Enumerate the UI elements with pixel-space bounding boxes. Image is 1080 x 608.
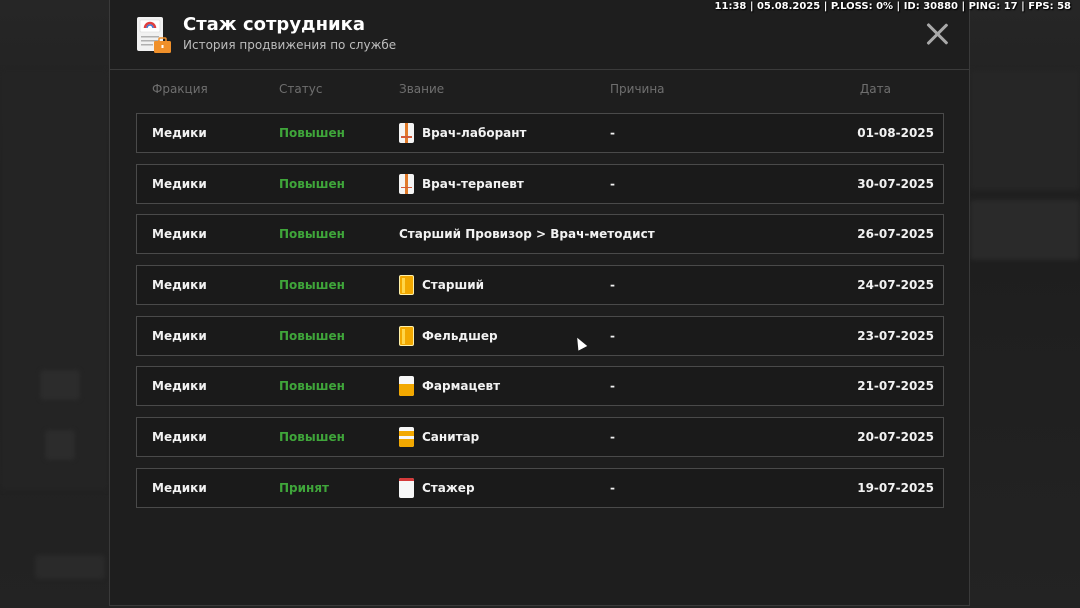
row-status: Повышен [279, 176, 345, 191]
hud-status-bar: 11:38 | 05.08.2025 | P.LOSS: 0% | ID: 30… [714, 1, 1071, 12]
row-reason: - [610, 126, 615, 140]
table-row: Медики Повышен Старший Провизор > Врач-м… [136, 214, 944, 255]
row-reason: - [610, 430, 615, 445]
row-faction: Медики [152, 480, 207, 495]
row-rank-label: Врач-терапевт [422, 176, 524, 191]
row-rank-label: Старший [422, 278, 485, 293]
table-header: Фракция Статус Звание Причина Дата [136, 82, 944, 100]
row-rank: Фармацевт [399, 376, 501, 397]
half-gold-badge-icon [399, 376, 414, 397]
gold-badge-icon [399, 275, 414, 296]
row-date: 26-07-2025 [857, 227, 934, 242]
table-row: Медики Повышен Санитар - 20-07-2025 [136, 417, 944, 458]
table-row: Медики Повышен Фармацевт - 21-07-2025 [136, 366, 944, 407]
row-rank-label: Санитар [422, 430, 480, 445]
row-status: Принят [279, 480, 329, 495]
coat-icon [399, 173, 414, 194]
row-reason: - [610, 379, 615, 394]
row-status: Повышен [279, 278, 345, 293]
striped-badge-icon [399, 427, 414, 448]
table-row: Медики Повышен Фельдшер - 23-07-2025 [136, 315, 944, 356]
table-row: Медики Принят Стажер - 19-07-2025 [136, 467, 944, 508]
row-faction: Медики [152, 176, 207, 191]
row-faction: Медики [152, 430, 207, 445]
row-status: Повышен [279, 126, 345, 140]
table-row: Медики Повышен Врач-лаборант - 01-08-202… [136, 113, 944, 153]
document-briefcase-icon [137, 17, 171, 53]
row-reason: - [610, 480, 615, 495]
row-status: Повышен [279, 227, 345, 242]
row-date: 20-07-2025 [857, 430, 934, 445]
row-rank-label: Старший Провизор > Врач-методист [399, 227, 655, 242]
row-faction: Медики [152, 379, 207, 394]
row-rank-label: Стажер [422, 480, 475, 495]
column-header-status: Статус [279, 82, 323, 96]
row-rank: Санитар [399, 427, 480, 448]
row-faction: Медики [152, 328, 207, 343]
row-rank: Фельдшер [399, 325, 498, 346]
row-status: Повышен [279, 328, 345, 343]
column-header-rank: Звание [399, 82, 445, 96]
row-date: 24-07-2025 [857, 278, 934, 293]
table-row: Медики Повышен Врач-терапевт - 30-07-202… [136, 163, 944, 204]
row-rank: Стажер [399, 477, 475, 498]
row-date: 30-07-2025 [857, 176, 934, 191]
row-reason: - [610, 176, 615, 191]
row-rank-label: Врач-лаборант [422, 126, 527, 140]
row-rank-label: Фармацевт [422, 379, 501, 394]
coat-icon [399, 123, 414, 143]
row-rank: Врач-терапевт [399, 173, 524, 194]
row-date: 01-08-2025 [857, 126, 934, 140]
gold-badge-icon [399, 325, 414, 346]
row-date: 19-07-2025 [857, 480, 934, 495]
table-row: Медики Повышен Старший - 24-07-2025 [136, 265, 944, 306]
column-header-date: Дата [859, 82, 891, 96]
modal-title: Стаж сотрудника [183, 14, 366, 35]
row-rank: Старший [399, 275, 485, 296]
row-rank: Врач-лаборант [399, 123, 527, 143]
row-status: Повышен [279, 379, 345, 394]
close-icon[interactable] [925, 22, 949, 46]
row-status: Повышен [279, 430, 345, 445]
row-date: 21-07-2025 [857, 379, 934, 394]
row-reason: - [610, 278, 615, 293]
modal-subtitle: История продвижения по службе [183, 38, 397, 52]
employee-seniority-modal: Стаж сотрудника История продвижения по с… [109, 0, 970, 606]
row-reason: - [610, 328, 615, 343]
row-faction: Медики [152, 227, 207, 242]
column-header-reason: Причина [610, 82, 665, 96]
row-rank-label: Фельдшер [422, 328, 498, 343]
row-date: 23-07-2025 [857, 328, 934, 343]
row-rank: Старший Провизор > Врач-методист [399, 227, 655, 241]
column-header-faction: Фракция [152, 82, 208, 96]
white-badge-icon [399, 477, 414, 498]
row-faction: Медики [152, 278, 207, 293]
row-faction: Медики [152, 126, 207, 140]
history-list: Медики Повышен Врач-лаборант - 01-08-202… [136, 113, 944, 519]
